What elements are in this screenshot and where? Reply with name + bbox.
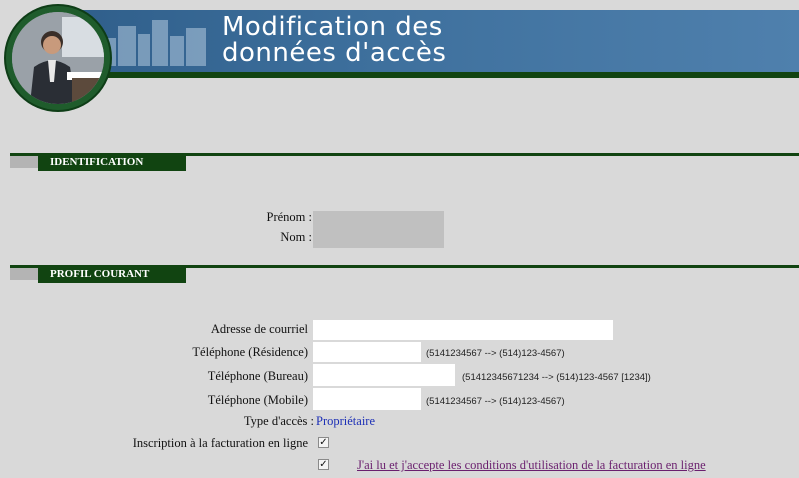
type-acces-label: Type d'accès : <box>243 414 314 428</box>
tel-bureau-label: Téléphone (Bureau) <box>207 369 308 383</box>
inscription-facturation-label: Inscription à la facturation en ligne <box>132 436 308 450</box>
section-identification-label: IDENTIFICATION <box>38 153 186 171</box>
businessman-photo-icon <box>6 6 110 110</box>
tel-residence-hint: (5141234567 --> (514)123-4567) <box>426 348 565 359</box>
page-title: Modification des données d'accès <box>222 14 446 66</box>
section-profil-label: PROFIL COURANT <box>38 265 186 283</box>
tel-mobile-label: Téléphone (Mobile) <box>207 393 308 407</box>
conditions-link[interactable]: J'ai lu et j'accepte les conditions d'ut… <box>357 458 706 473</box>
tel-residence-input[interactable] <box>313 342 421 362</box>
tel-residence-label: Téléphone (Résidence) <box>192 345 308 359</box>
buildings-watermark-icon <box>102 20 206 66</box>
type-acces-value: Propriétaire <box>316 414 376 428</box>
page-title-line1: Modification des <box>222 12 443 42</box>
prenom-label: Prénom : <box>266 210 312 224</box>
identification-value-box <box>313 211 444 248</box>
person-silhouette-icon <box>12 12 104 104</box>
tel-mobile-input[interactable] <box>313 388 421 410</box>
section-identification: IDENTIFICATION <box>10 153 799 171</box>
inscription-facturation-checkbox[interactable]: ✓ <box>318 437 329 448</box>
tel-mobile-hint: (5141234567 --> (514)123-4567) <box>426 396 565 407</box>
email-label: Adresse de courriel <box>210 322 308 336</box>
header-banner: Modification des données d'accès <box>0 0 799 110</box>
page-title-line2: données d'accès <box>222 38 447 68</box>
section-profil-courant: PROFIL COURANT <box>10 265 799 283</box>
tel-bureau-hint: (51412345671234 --> (514)123-4567 [1234]… <box>462 372 651 383</box>
tel-bureau-input[interactable] <box>313 364 455 386</box>
conditions-checkbox[interactable]: ✓ <box>318 459 329 470</box>
email-input[interactable] <box>313 320 613 340</box>
nom-label: Nom : <box>280 230 312 244</box>
